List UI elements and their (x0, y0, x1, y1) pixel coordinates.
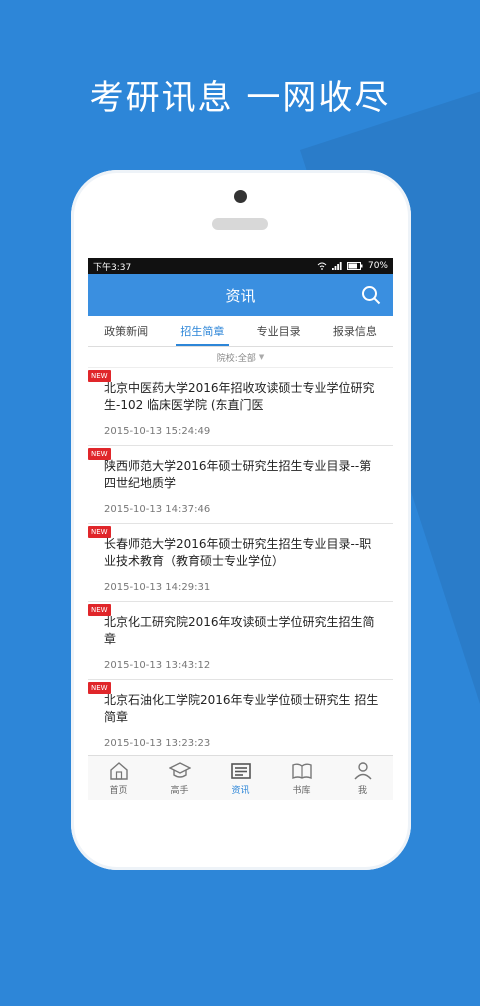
signal-icon (331, 262, 342, 270)
tab-major-catalog[interactable]: 专业目录 (241, 316, 317, 346)
tab-admission-info[interactable]: 报录信息 (317, 316, 393, 346)
nav-library[interactable]: 书库 (271, 756, 332, 800)
home-icon (109, 761, 128, 780)
nav-me[interactable]: 我 (332, 756, 393, 800)
phone-screen: 下午3:37 70% 资讯 政策新闻 招生简章 专业目录 报录信息 院校:全部 ▼… (88, 258, 393, 800)
promo-headline: 考研讯息 一网收尽 (89, 78, 391, 118)
list-item[interactable]: NEW 北京中医药大学2016年招收攻读硕士专业学位研究生-102 临床医学院 … (88, 368, 393, 446)
item-time: 2015-10-13 14:29:31 (104, 582, 211, 593)
list-item[interactable]: NEW 北京石油化工学院2016年专业学位硕士研究生 招生简章 2015-10-… (88, 680, 393, 758)
status-icons: 70% (317, 261, 388, 271)
item-title: 北京石油化工学院2016年专业学位硕士研究生 招生简章 (104, 693, 379, 724)
list-item[interactable]: NEW 陕西师范大学2016年硕士研究生招生专业目录--第四世纪地质学 2015… (88, 446, 393, 524)
news-icon (230, 762, 251, 779)
item-time: 2015-10-13 14:37:46 (104, 504, 211, 515)
news-list: NEW 北京中医药大学2016年招收攻读硕士专业学位研究生-102 临床医学院 … (88, 368, 393, 758)
nav-experts[interactable]: 高手 (149, 756, 210, 800)
page-title: 资讯 (225, 286, 256, 305)
item-time: 2015-10-13 13:23:23 (104, 738, 211, 749)
user-icon (353, 761, 372, 779)
tab-admission-guide[interactable]: 招生简章 (164, 316, 240, 346)
nav-news[interactable]: 资讯 (210, 756, 271, 800)
item-title: 长春师范大学2016年硕士研究生招生专业目录--职业技术教育（教育硕士专业学位） (104, 537, 372, 568)
tab-policy-news[interactable]: 政策新闻 (88, 316, 164, 346)
list-item[interactable]: NEW 北京化工研究院2016年攻读硕士学位研究生招生简章 2015-10-13… (88, 602, 393, 680)
status-bar: 下午3:37 70% (88, 258, 393, 274)
item-time: 2015-10-13 15:24:49 (104, 426, 211, 437)
book-icon (291, 763, 312, 779)
search-icon[interactable] (361, 285, 381, 305)
speaker-grill (212, 218, 268, 230)
item-title: 陕西师范大学2016年硕士研究生招生专业目录--第四世纪地质学 (104, 459, 372, 490)
nav-home[interactable]: 首页 (88, 756, 149, 800)
category-tabs: 政策新闻 招生简章 专业目录 报录信息 (88, 316, 393, 347)
camera-icon (234, 190, 247, 203)
grad-cap-icon (168, 761, 191, 778)
item-title: 北京中医药大学2016年招收攻读硕士专业学位研究生-102 临床医学院 (东直门… (104, 381, 375, 412)
wifi-icon (317, 262, 327, 270)
app-bar: 资讯 (88, 274, 393, 316)
bottom-nav: 首页 高手 资讯 书库 我 (88, 755, 393, 800)
item-title: 北京化工研究院2016年攻读硕士学位研究生招生简章 (104, 615, 375, 646)
battery-icon (346, 262, 363, 270)
list-item[interactable]: NEW 长春师范大学2016年硕士研究生招生专业目录--职业技术教育（教育硕士专… (88, 524, 393, 602)
item-time: 2015-10-13 13:43:12 (104, 660, 211, 671)
status-time: 下午3:37 (93, 262, 132, 273)
school-filter[interactable]: 院校:全部 ▼ (88, 347, 393, 368)
caret-down-icon: ▼ (258, 353, 265, 361)
battery-level: 70% (367, 261, 388, 271)
